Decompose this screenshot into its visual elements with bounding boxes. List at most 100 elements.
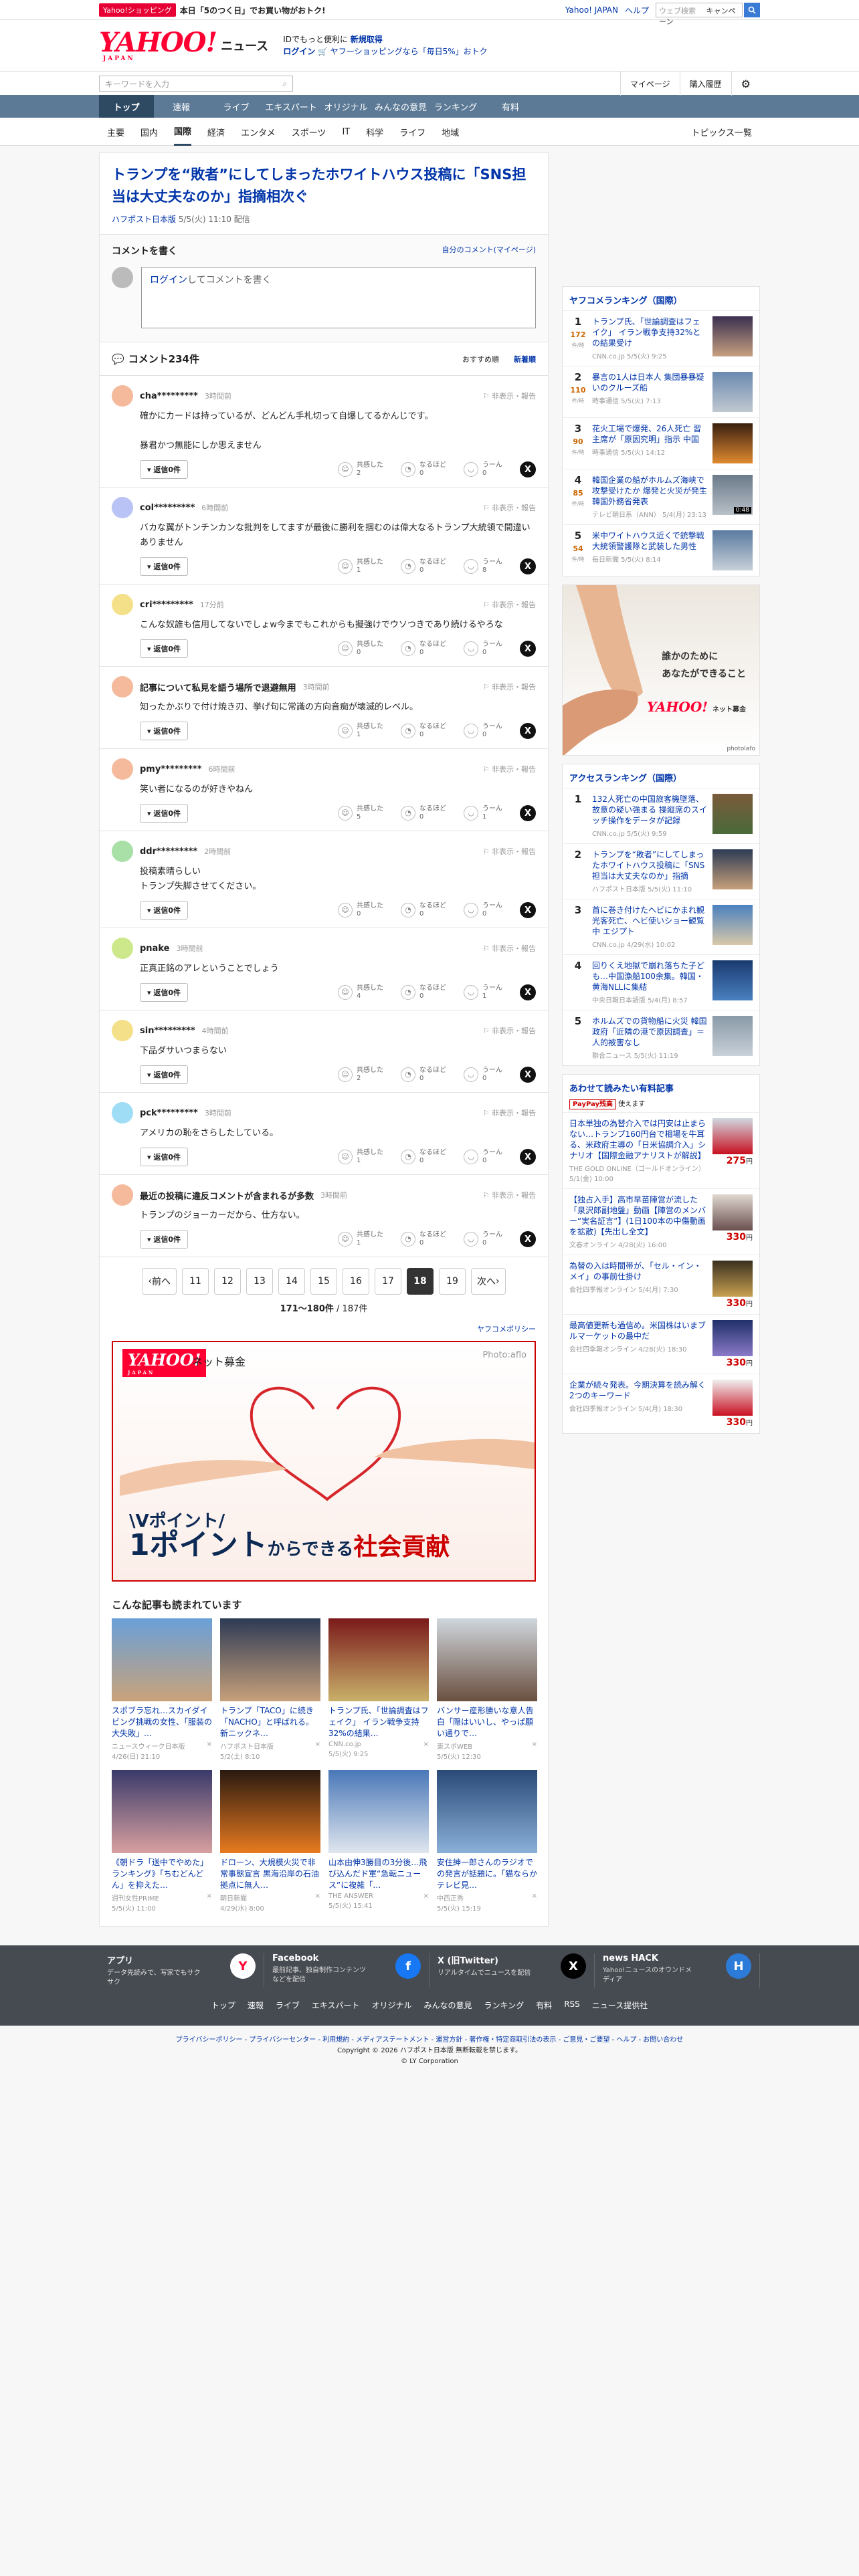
reaction-empathy-button[interactable]: ☺ 共感した 1 bbox=[338, 1231, 383, 1247]
close-icon[interactable]: × bbox=[532, 1893, 537, 1913]
reaction-naruhodo-button[interactable]: ◔ なるほど 0 bbox=[401, 902, 446, 918]
cat-local[interactable]: 地域 bbox=[442, 118, 459, 146]
page-13[interactable]: 13 bbox=[246, 1268, 273, 1295]
related-thumbnail[interactable] bbox=[220, 1770, 320, 1853]
footer-link[interactable]: ランキング bbox=[484, 2000, 524, 2011]
ranking-thumbnail[interactable]: 0:48 bbox=[712, 475, 753, 515]
shopping-badge[interactable]: Yahoo!ショッピング bbox=[99, 3, 176, 17]
footer-link[interactable]: トップ bbox=[211, 2000, 235, 2011]
news-hack-icon[interactable]: H bbox=[726, 1953, 751, 1979]
reaction-naruhodo-button[interactable]: ◔ なるほど 0 bbox=[401, 1149, 446, 1165]
related-headline[interactable]: トランプ氏、「世論調査はフェイク」 イラン戦争支持32%の結果… bbox=[328, 1705, 429, 1739]
ranking-item[interactable]: 5 54 件/時 米中ワイトハウス近くで銃撃戦 大統領警護隊と武装した男性 毎日新聞 5… bbox=[563, 524, 759, 576]
cat-sports[interactable]: スポーツ bbox=[292, 118, 326, 146]
x-share-icon[interactable]: X bbox=[520, 723, 536, 739]
page-11[interactable]: 11 bbox=[182, 1268, 209, 1295]
comment-login-link[interactable]: ログイン bbox=[150, 275, 187, 286]
hide-report-link[interactable]: ⚐ 非表示・報告 bbox=[483, 391, 536, 401]
x-share-icon[interactable]: X bbox=[520, 902, 536, 918]
nav-live[interactable]: ライブ bbox=[209, 95, 264, 118]
paid-item[interactable]: 【独占入手】高市早苗陣営が流した「泉沢郎副地盤」動画【陣営のメンバー“実名証言”… bbox=[563, 1188, 759, 1255]
cat-science[interactable]: 科学 bbox=[366, 118, 383, 146]
donation-ad-banner[interactable]: YAHOO! JAPAN ネット募金 Photo:aflo \Vポイント/ 1ポイ… bbox=[112, 1341, 536, 1582]
paid-thumbnail[interactable] bbox=[712, 1380, 753, 1416]
related-thumbnail[interactable] bbox=[112, 1770, 212, 1853]
cat-entertainment[interactable]: エンタメ bbox=[241, 118, 276, 146]
nav-original[interactable]: オリジナル bbox=[318, 95, 373, 118]
reaction-naruhodo-button[interactable]: ◔ なるほど 0 bbox=[401, 461, 446, 477]
ranking-thumbnail[interactable] bbox=[712, 372, 753, 412]
hide-report-link[interactable]: ⚐ 非表示・報告 bbox=[483, 764, 536, 774]
reply-button[interactable]: ▾ 返信0件 bbox=[140, 557, 189, 576]
next-page-button[interactable]: 次へ › bbox=[471, 1268, 506, 1295]
ranking-item[interactable]: 1 172 件/時 トランプ氏、「世論調査はフェイク」 イラン戦争支持32%との結果受… bbox=[563, 310, 759, 366]
reply-button[interactable]: ▾ 返信0件 bbox=[140, 1148, 189, 1166]
cat-domestic[interactable]: 国内 bbox=[140, 118, 158, 146]
x-share-icon[interactable]: X bbox=[520, 641, 536, 657]
footer-link[interactable]: RSS bbox=[564, 2000, 580, 2011]
mypage-link[interactable]: マイページ bbox=[619, 72, 680, 96]
hide-report-link[interactable]: ⚐ 非表示・報告 bbox=[483, 1190, 536, 1200]
access-headline[interactable]: トランプを“敗者”にしてしまったホワイトハウス投稿に「SNS担当は大丈夫なのか」… bbox=[592, 849, 707, 881]
related-thumbnail[interactable] bbox=[437, 1770, 537, 1853]
reaction-uun-button[interactable]: ◡ うーん 0 bbox=[464, 461, 502, 477]
page-16[interactable]: 16 bbox=[343, 1268, 369, 1295]
comment-author[interactable]: col********* bbox=[140, 503, 195, 513]
reaction-uun-button[interactable]: ◡ うーん 1 bbox=[464, 805, 502, 821]
page-19[interactable]: 19 bbox=[439, 1268, 466, 1295]
paid-item[interactable]: 日本単独の為替介入では円安は止まらない…トランプ160円台で相場を牛耳る、米政府… bbox=[563, 1112, 759, 1188]
paid-thumbnail[interactable] bbox=[712, 1118, 753, 1154]
nav-breaking[interactable]: 速報 bbox=[154, 95, 209, 118]
related-thumbnail[interactable] bbox=[328, 1770, 429, 1853]
x-share-icon[interactable]: X bbox=[520, 461, 536, 477]
ranking-item[interactable]: 3 90 件/時 花火工場で爆発、26人死亡 習主席が「原因究明」指示 中国 時事通信 … bbox=[563, 417, 759, 469]
access-headline[interactable]: 132人死亡の中国旅客機墜落、故意の疑い強まる 操縦席のスイッチ操作をデータが記… bbox=[592, 794, 707, 826]
hide-report-link[interactable]: ⚐ 非表示・報告 bbox=[483, 846, 536, 857]
ranking-thumbnail[interactable] bbox=[712, 423, 753, 463]
reaction-empathy-button[interactable]: ☺ 共感した 1 bbox=[338, 558, 383, 574]
reply-button[interactable]: ▾ 返信0件 bbox=[140, 804, 189, 823]
hide-report-link[interactable]: ⚐ 非表示・報告 bbox=[483, 943, 536, 954]
related-headline[interactable]: 安住紳一郎さんのラジオでの発言が話題に。「猫ならかテレビ見… bbox=[437, 1857, 537, 1891]
reaction-naruhodo-button[interactable]: ◔ なるほど 0 bbox=[401, 723, 446, 739]
news-search-input[interactable]: キーワードを入力 ⌕ bbox=[99, 76, 293, 92]
hide-report-link[interactable]: ⚐ 非表示・報告 bbox=[483, 1025, 536, 1036]
ranking-headline[interactable]: トランプ氏、「世論調査はフェイク」 イラン戦争支持32%との結果受け bbox=[592, 316, 707, 348]
sort-newest[interactable]: 新着順 bbox=[514, 354, 536, 364]
login-link[interactable]: ログイン bbox=[283, 47, 315, 56]
comment-policy-link[interactable]: ヤフコメポリシー bbox=[477, 1325, 536, 1333]
access-item[interactable]: 3 首に巻き付けたヘビにかまれ観光客死亡、ヘビ使いショー観覧中 エジプト CNN.c… bbox=[563, 899, 759, 954]
ranking-thumbnail[interactable] bbox=[712, 316, 753, 356]
access-headline[interactable]: 回りくえ地獄で崩れ落ちた子ども…中国漁船100余集。韓国・黄海NLLに集結 bbox=[592, 960, 707, 992]
cat-it[interactable]: IT bbox=[342, 118, 350, 146]
footer-link[interactable]: 速報 bbox=[248, 2000, 264, 2011]
search-icon[interactable]: ⌕ bbox=[282, 79, 287, 89]
access-thumbnail[interactable] bbox=[712, 849, 753, 889]
close-icon[interactable]: × bbox=[423, 1741, 429, 1758]
close-icon[interactable]: × bbox=[207, 1741, 212, 1761]
related-headline[interactable]: トランプ「TACO」に続き「NACHO」と呼ばれる。新ニックネ… bbox=[220, 1705, 320, 1739]
footer-link[interactable]: 有料 bbox=[536, 2000, 552, 2011]
hide-report-link[interactable]: ⚐ 非表示・報告 bbox=[483, 599, 536, 610]
hide-report-link[interactable]: ⚐ 非表示・報告 bbox=[483, 502, 536, 513]
nav-top[interactable]: トップ bbox=[99, 95, 154, 118]
reaction-uun-button[interactable]: ◡ うーん 0 bbox=[464, 902, 502, 918]
paid-thumbnail[interactable] bbox=[712, 1194, 753, 1230]
reaction-uun-button[interactable]: ◡ うーん 0 bbox=[464, 1067, 502, 1083]
paid-item[interactable]: 最高値更新も過信め。米国株はいまブルマーケットの最中だ 会社四季報オンライン 4/… bbox=[563, 1314, 759, 1374]
register-link[interactable]: 新規取得 bbox=[351, 35, 383, 44]
comment-author[interactable]: pmy********* bbox=[140, 764, 202, 774]
ranking-item[interactable]: 2 110 件/時 暴言の1人は日本人 集団暴暴疑いのクルーズ船 時事通信 5/5(火)… bbox=[563, 366, 759, 417]
reply-button[interactable]: ▾ 返信0件 bbox=[140, 1065, 189, 1084]
footer-app-name[interactable]: news HACK bbox=[603, 1953, 696, 1963]
comment-author[interactable]: pnake bbox=[140, 944, 169, 954]
comment-author[interactable]: pck********* bbox=[140, 1108, 198, 1118]
close-icon[interactable]: × bbox=[315, 1893, 320, 1913]
related-card[interactable]: ドローン、大規模火災で非常事態宣言 黒海沿岸の石油拠点に無人… 朝日新聞 4/29(… bbox=[220, 1770, 320, 1913]
page-14[interactable]: 14 bbox=[278, 1268, 305, 1295]
shopping-promo[interactable]: 本日「5のつく日」でお買い物がおトク! bbox=[180, 5, 326, 16]
reaction-empathy-button[interactable]: ☺ 共感した 0 bbox=[338, 902, 383, 918]
reply-button[interactable]: ▾ 返信0件 bbox=[140, 983, 189, 1002]
nav-paid[interactable]: 有料 bbox=[483, 95, 538, 118]
x-share-icon[interactable]: X bbox=[520, 1067, 536, 1083]
